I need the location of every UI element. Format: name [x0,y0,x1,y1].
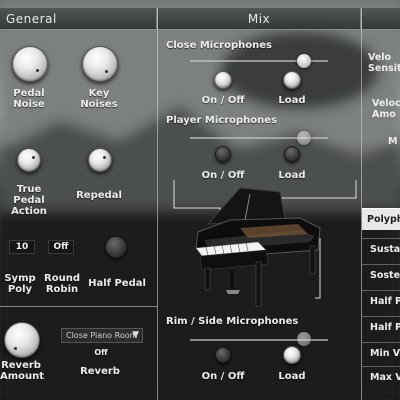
pedal-noise-label: Pedal Noise [13,88,45,110]
round-robin-value[interactable]: Off [48,240,74,254]
velocity-sensitivity-label: Velo Sensit [368,52,400,74]
sostenuto-row[interactable]: Sosten [362,264,400,286]
repedal-label: Repedal [76,190,122,201]
close-mic-on-off-toggle[interactable] [214,71,232,89]
half-pedal-row-2[interactable]: Half P [362,316,400,338]
reverb-label: Reverb [80,366,120,377]
close-mic-volume-slider[interactable] [297,54,311,68]
polyphony-tab[interactable]: Polyph [362,208,400,230]
grand-piano-image [173,180,357,307]
round-robin-label: Round Robin [44,273,80,295]
repedal-knob[interactable] [88,148,112,172]
rim-mic-volume-slider[interactable] [297,332,311,346]
sustain-row[interactable]: Sustai [362,238,400,260]
player-microphones-title: Player Microphones [166,115,278,126]
general-title: General [6,12,57,26]
rim-mic-load-label: Load [278,371,306,382]
pedal-noise-knob[interactable] [12,46,48,82]
half-pedal-label: Half Pedal [88,278,146,289]
symp-poly-label: Symp Poly [4,273,36,295]
rim-mic-on-off-toggle[interactable] [215,347,231,363]
chevron-down-icon: ▼ [132,330,139,340]
mix-header: Mix [158,8,360,30]
true-pedal-action-label: True Pedal Action [11,184,47,217]
player-mic-load-toggle[interactable] [284,146,300,162]
divider [0,306,157,307]
max-velocity-row[interactable]: Max Ve [362,366,400,388]
mix-title: Mix [247,12,271,26]
rim-mic-load-toggle[interactable] [283,346,301,364]
rim-mic-on-off-label: On / Off [201,371,245,382]
close-mic-load-label: Load [278,95,306,106]
reverb-amount-label: Reverb Amount [0,360,45,382]
key-noises-knob[interactable] [82,46,118,82]
divider [157,8,158,400]
half-pedal-knob[interactable] [105,236,127,258]
reverb-amount-knob[interactable] [4,322,40,358]
reverb-state[interactable]: Off [86,347,116,358]
m-label: M [388,136,398,147]
player-mic-on-off-toggle[interactable] [215,146,231,162]
min-velocity-row[interactable]: Min Ve [362,342,400,364]
rim-side-microphones-title: Rim / Side Microphones [166,316,299,327]
symp-poly-value[interactable]: 10 [9,240,35,254]
true-pedal-action-knob[interactable] [17,148,41,172]
reverb-preset-dropdown[interactable]: Close Piano Room ▼ [61,328,143,343]
half-pedal-row-1[interactable]: Half P [362,290,400,312]
close-mic-on-off-label: On / Off [201,95,245,106]
close-mic-load-toggle[interactable] [283,71,301,89]
reverb-preset-value: Close Piano Room [66,331,138,340]
player-mic-volume-slider[interactable] [297,131,311,145]
general-header: General [0,8,156,30]
key-noises-label: Key Noises [80,88,118,110]
right-header [362,8,400,30]
close-microphones-title: Close Microphones [166,40,272,51]
velocity-amount-label: Veloc Amo [372,98,400,120]
